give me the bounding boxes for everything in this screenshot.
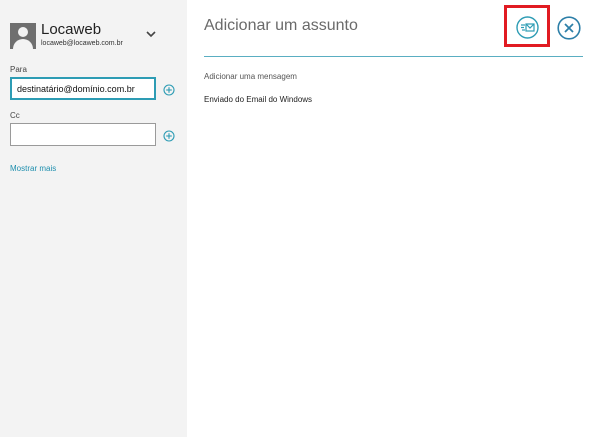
chevron-down-icon[interactable] bbox=[144, 27, 158, 41]
avatar bbox=[10, 23, 36, 49]
message-signature[interactable]: Enviado do Email do Windows bbox=[204, 95, 312, 104]
subject-input[interactable]: Adicionar um assunto bbox=[204, 17, 358, 35]
to-label: Para bbox=[10, 65, 27, 74]
subject-underline bbox=[204, 56, 583, 57]
cc-label: Cc bbox=[10, 111, 20, 120]
mail-compose-window: Locaweb locaweb@locaweb.com.br Para Cc bbox=[0, 0, 600, 437]
add-cc-contact-icon[interactable] bbox=[163, 130, 175, 142]
message-placeholder[interactable]: Adicionar uma mensagem bbox=[204, 72, 297, 81]
account-switcher[interactable]: Locaweb locaweb@locaweb.com.br bbox=[10, 21, 180, 51]
account-email: locaweb@locaweb.com.br bbox=[41, 40, 123, 47]
account-name: Locaweb bbox=[41, 21, 102, 38]
add-to-contact-icon[interactable] bbox=[163, 84, 175, 96]
send-icon[interactable] bbox=[516, 16, 539, 39]
show-more-link[interactable]: Mostrar mais bbox=[10, 164, 56, 173]
cc-field[interactable] bbox=[10, 123, 156, 146]
to-field[interactable] bbox=[10, 77, 156, 100]
close-icon[interactable] bbox=[557, 16, 581, 40]
recipients-pane: Locaweb locaweb@locaweb.com.br Para Cc bbox=[0, 0, 187, 437]
